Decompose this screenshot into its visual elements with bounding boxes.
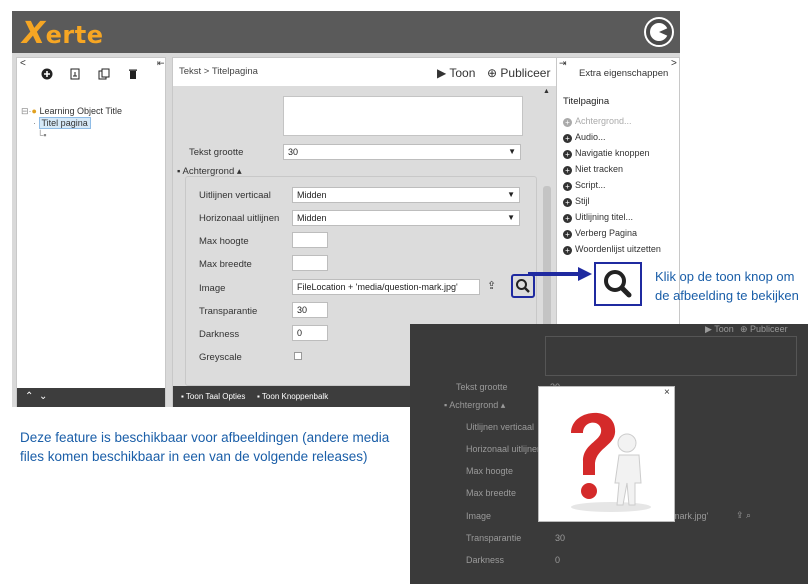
annotation-arrow [528,267,592,281]
prop-niet-tracken[interactable]: + Niet tracken [563,164,623,175]
overlay-darkness-value: 0 [555,555,561,565]
collapse-left-icon[interactable]: < [20,58,26,69]
prop-script[interactable]: + Script... [563,180,606,191]
horizonaal-uitlijnen-select[interactable]: Midden ▼ [292,210,520,226]
publiceer-button[interactable]: ⊕ Publiceer [487,66,550,80]
overlay-publiceer: ⊕ Publiceer [740,324,788,334]
overlay-achtergrond-group: ▪ Achtergrond ▴ [444,400,506,410]
overlay-label: Max hoogte [466,466,514,476]
max-breedte-label: Max breedte [199,259,252,270]
greyscale-label: Greyscale [199,352,242,363]
prop-woordenlijst-uitzetten[interactable]: + Woordenlijst uitzetten [563,244,661,255]
image-path-input[interactable]: FileLocation + 'media/question-mark.jpg' [292,279,480,295]
xerte-logo: Xerte [22,16,104,51]
overlay-toon: ▶ Toon [705,324,734,334]
overlay-label: Image [466,511,492,521]
toon-button[interactable]: ▶ Toon [437,66,475,80]
app-header: Xerte [12,11,680,53]
feature-note: Deze feature is beschikbaar voor afbeeld… [20,430,390,464]
chevron-down-icon[interactable]: ⌄ [39,391,47,402]
prop-audio[interactable]: + Audio... [563,132,606,143]
horizonaal-uitlijnen-label: Horizonaal uitlijnen [199,213,280,224]
toon-taal-opties-checkbox[interactable]: ▪ Toon Taal Opties [181,392,245,401]
pin-right-icon[interactable]: ⇥ [559,58,567,69]
left-panel-footer: ⌃ ⌄ [17,388,165,407]
tree-root-item[interactable]: ⊟·● Learning Object Title [21,106,122,117]
duplicate-icon[interactable] [98,68,110,83]
overlay-label: Max breedte [466,488,517,498]
globe-icon: ⊕ [487,66,498,80]
darkness-label: Darkness [199,329,240,340]
uitlijnen-verticaal-label: Uitlijnen verticaal [199,190,271,201]
question-mark-image [571,412,651,512]
callout-text: Klik op de toon knop om de afbeelding te… [655,269,799,303]
overlay-tekst-grootte-label: Tekst grootte [456,382,508,392]
darkness-input[interactable]: 0 [292,325,328,341]
overlay-label: Darkness [466,555,505,565]
extra-eigenschappen-title: Extra eigenschappen [579,68,669,79]
uitlijnen-verticaal-select[interactable]: Midden ▼ [292,187,520,203]
collapse-right-icon[interactable]: > [671,58,677,69]
greyscale-checkbox[interactable] [294,352,302,360]
max-breedte-input[interactable] [292,255,328,271]
upload-icon[interactable]: ⇪ [487,279,496,292]
prop-stijl[interactable]: + Stijl [563,196,590,207]
tekst-grootte-select[interactable]: 30 ▼ [283,144,521,160]
overlay-upload-search-icons: ⇪ ⌕ [736,510,752,520]
overlay-text-area [545,336,797,376]
delete-icon[interactable] [127,68,139,83]
chevron-up-icon[interactable]: ⌃ [25,391,33,402]
overlay-transparantie-value: 30 [555,533,566,543]
image-preview-modal: × [538,386,675,522]
image-label: Image [199,283,226,294]
tekst-grootte-label: Tekst grootte [189,147,244,158]
add-page-icon[interactable] [41,68,53,83]
pin-icon[interactable]: ⇤ [157,58,165,69]
import-icon[interactable] [69,68,81,83]
breadcrumb: Tekst > Titelpagina [179,66,258,77]
text-editor-area[interactable] [283,96,523,136]
prop-achtergrond: + Achtergrond... [563,116,632,127]
toon-knoppenbalk-checkbox[interactable]: ▪ Toon Knoppenbalk [257,392,328,401]
prop-verberg-pagina[interactable]: + Verberg Pagina [563,228,637,239]
transparantie-label: Transparantie [199,306,258,317]
tree-item-titel-pagina[interactable]: · Titel pagina [33,117,91,129]
max-hoogte-input[interactable] [292,232,328,248]
overlay-image-suffix: mark.jpg' [672,511,709,521]
overlay-label: Uitlijnen verticaal [466,422,535,432]
trash-icon: ▪ [177,166,181,177]
overlay-label: Transparantie [466,533,522,543]
preview-overlay-screenshot: ▶ Toon ⊕ Publiceer Tekst grootte 30 ▪ Ac… [410,324,808,584]
left-panel: < ⇤ ⊟·● Learning Object Title · Titel pa… [16,57,166,407]
close-icon[interactable]: × [664,387,670,398]
brand-icon[interactable] [644,17,674,47]
titelpagina-section: Titelpagina [563,96,610,107]
prop-navigatie-knoppen[interactable]: + Navigatie knoppen [563,148,650,159]
max-hoogte-label: Max hoogte [199,236,249,247]
transparantie-input[interactable]: 30 [292,302,328,318]
prop-uitlijning-titel[interactable]: + Uitlijning titel... [563,212,633,223]
overlay-label: Horizonaal uitlijnen [466,444,543,454]
zoomed-search-icon [594,262,642,306]
tree-child-icon: └▪ [37,130,47,140]
scroll-up-icon[interactable]: ▲ [543,88,550,95]
